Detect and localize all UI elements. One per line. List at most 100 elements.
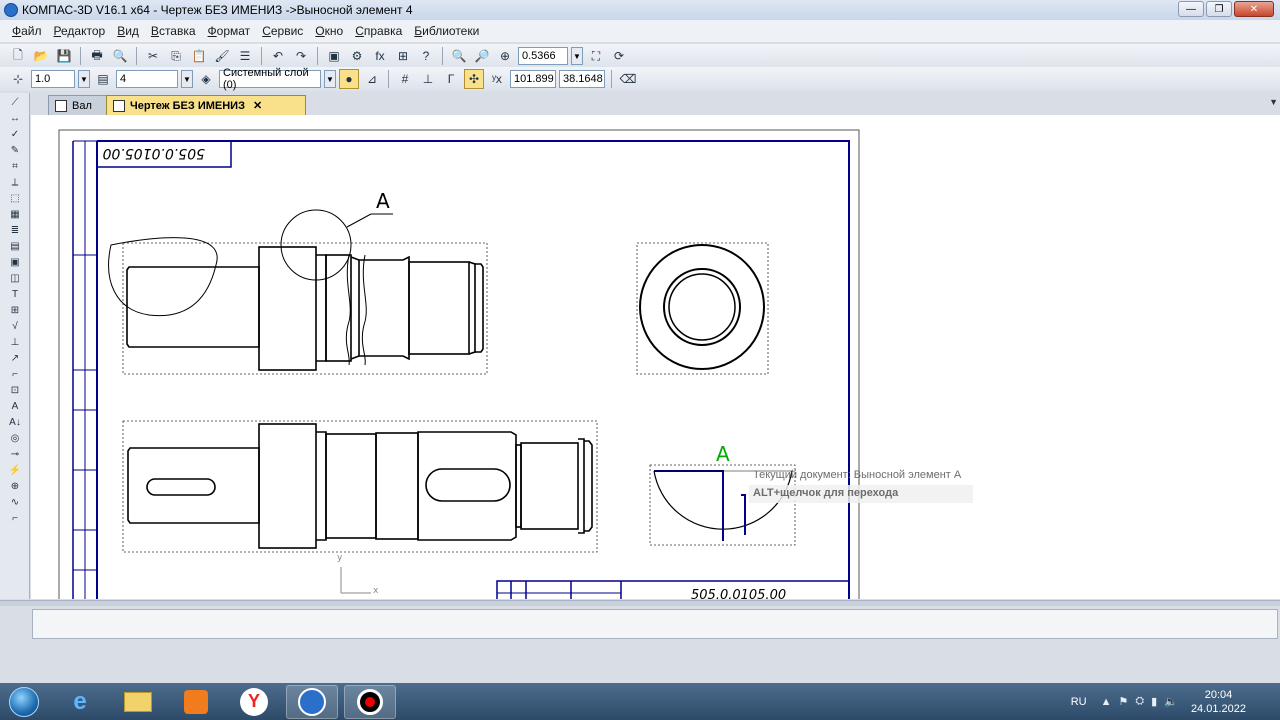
layer-dropdown-icon[interactable]: ▼ — [324, 70, 336, 88]
position-icon[interactable]: ⌐ — [6, 367, 24, 381]
axis-icon[interactable]: ⊸ — [6, 447, 24, 461]
variables-fx-icon[interactable]: fx — [370, 46, 390, 66]
cut-line-icon[interactable]: ⌐ — [6, 511, 24, 525]
electric-icon[interactable]: ⚡ — [6, 463, 24, 477]
taskbar-recorder[interactable] — [344, 684, 396, 719]
eraser-icon[interactable]: ⌫ — [618, 69, 638, 89]
view-dropdown-icon[interactable]: ▼ — [181, 70, 193, 88]
menu-format[interactable]: Формат — [202, 24, 257, 38]
calculator-icon[interactable]: ⊞ — [393, 46, 413, 66]
action-center-icon[interactable]: ⚑ — [1118, 695, 1128, 708]
close-button[interactable]: ✕ — [1234, 1, 1274, 17]
taskbar-kompas[interactable] — [286, 684, 338, 719]
volume-icon[interactable]: 🔈 — [1164, 695, 1178, 708]
maximize-button[interactable]: ❐ — [1206, 1, 1232, 17]
manager-icon[interactable]: ▣ — [324, 46, 344, 66]
grid-step-icon[interactable]: ⊹ — [8, 69, 28, 89]
taskbar-internet-explorer[interactable]: e — [54, 685, 106, 719]
zoom-dynamic-icon[interactable]: 🔎 — [472, 46, 492, 66]
leader-icon[interactable]: ↗ — [6, 351, 24, 365]
text-icon[interactable]: T — [6, 287, 24, 301]
color-picker-icon[interactable]: ● — [339, 69, 359, 89]
menu-service[interactable]: Сервис — [256, 24, 309, 38]
measure-icon[interactable]: ⟂ — [6, 175, 24, 189]
menu-file[interactable]: Файл — [6, 24, 48, 38]
reports-icon[interactable]: ▤ — [6, 239, 24, 253]
minimize-button[interactable]: — — [1178, 1, 1204, 17]
tab-close-icon[interactable]: ✕ — [253, 99, 262, 112]
taskbar-media-player[interactable] — [170, 685, 222, 719]
local-cs-icon[interactable]: ⊥ — [418, 69, 438, 89]
device-icon[interactable]: ⛭ — [1135, 695, 1144, 708]
zoom-in-icon[interactable]: ⊕ — [495, 46, 515, 66]
menu-insert[interactable]: Вставка — [145, 24, 202, 38]
dimensions-icon[interactable]: ↔ — [6, 111, 24, 125]
section-icon[interactable]: A — [6, 399, 24, 413]
spec-icon[interactable]: ≣ — [6, 223, 24, 237]
save-icon[interactable]: 💾 — [54, 46, 74, 66]
layer-field[interactable]: Системный слой (0) — [219, 67, 321, 91]
menu-view[interactable]: Вид — [111, 24, 145, 38]
menu-editor[interactable]: Редактор — [48, 24, 112, 38]
notation-icon[interactable]: ✓ — [6, 127, 24, 141]
undo-icon[interactable]: ↶ — [268, 46, 288, 66]
print-icon[interactable]: 🖶 — [87, 46, 107, 66]
ortho-mode-icon[interactable]: Γ — [441, 69, 461, 89]
associative-views-icon[interactable]: ▦ — [6, 207, 24, 221]
roughness-icon[interactable]: √ — [6, 319, 24, 333]
taskbar-explorer[interactable] — [112, 685, 164, 719]
geometry-icon[interactable]: ⟋ — [6, 95, 24, 109]
layers-icon[interactable]: ◈ — [196, 69, 216, 89]
taskbar-yandex-browser[interactable]: Y — [228, 685, 280, 719]
tolerance-icon[interactable]: ⊡ — [6, 383, 24, 397]
help-pointer-icon[interactable]: ? — [416, 46, 436, 66]
zoom-window-icon[interactable]: 🔍 — [449, 46, 469, 66]
tab-menu-arrow-icon[interactable]: ▼ — [1269, 97, 1278, 107]
zoom-scale-field[interactable]: 0.5366 — [518, 47, 568, 65]
step-field[interactable]: 1.0 — [31, 70, 75, 88]
drawing-canvas[interactable]: 505.0.0105.00 А А y x 505.0.0105.00 Теку… — [31, 115, 1280, 599]
menu-help[interactable]: Справка — [349, 24, 408, 38]
wave-line-icon[interactable]: ∿ — [6, 495, 24, 509]
edit-icon[interactable]: ✎ — [6, 143, 24, 157]
base-icon[interactable]: ⊥ — [6, 335, 24, 349]
properties-brush-icon[interactable]: 🖌 — [212, 46, 232, 66]
copy-icon[interactable]: ⎘ — [166, 46, 186, 66]
coordinate-x-field[interactable]: 101.899 — [510, 70, 556, 88]
select-icon[interactable]: ⬚ — [6, 191, 24, 205]
snap-icon[interactable]: ✣ — [464, 69, 484, 89]
list-icon[interactable]: ☰ — [235, 46, 255, 66]
show-hidden-icons-icon[interactable]: ▲ — [1101, 696, 1112, 708]
coordinate-y-field[interactable]: 38.1648 — [559, 70, 605, 88]
view-field[interactable]: 4 — [116, 70, 178, 88]
table-icon[interactable]: ⊞ — [6, 303, 24, 317]
start-button[interactable] — [0, 684, 48, 720]
language-indicator[interactable]: RU — [1071, 696, 1087, 708]
fragment-library-icon[interactable]: ◫ — [6, 271, 24, 285]
detail-view-icon[interactable]: ◎ — [6, 431, 24, 445]
grid-icon[interactable]: # — [395, 69, 415, 89]
print-preview-icon[interactable]: 🔍 — [110, 46, 130, 66]
orthogonal-icon[interactable]: ⊿ — [362, 69, 382, 89]
zoom-dropdown-icon[interactable]: ▼ — [571, 47, 583, 65]
splitter-bar[interactable] — [0, 600, 1280, 606]
insert-icon[interactable]: ▣ — [6, 255, 24, 269]
menu-libraries[interactable]: Библиотеки — [408, 24, 485, 38]
cut-icon[interactable]: ✂ — [143, 46, 163, 66]
open-folder-icon[interactable]: 📂 — [31, 46, 51, 66]
clock[interactable]: 20:04 24.01.2022 — [1191, 688, 1246, 716]
redo-icon[interactable]: ↷ — [291, 46, 311, 66]
view-number-icon[interactable]: ▤ — [93, 69, 113, 89]
step-dropdown-icon[interactable]: ▼ — [78, 70, 90, 88]
network-icon[interactable]: ▮ — [1151, 695, 1157, 708]
refresh-icon[interactable]: ⟳ — [609, 46, 629, 66]
show-all-icon[interactable]: ⛶ — [586, 46, 606, 66]
center-mark-icon[interactable]: ⊕ — [6, 479, 24, 493]
library-manager-icon[interactable]: ⚙ — [347, 46, 367, 66]
parametrization-icon[interactable]: ⌗ — [6, 159, 24, 173]
tab-drawing[interactable]: Чертеж БЕЗ ИМЕНИЗ ✕ — [106, 95, 306, 115]
new-document-icon[interactable]: 🗋 — [8, 46, 28, 66]
paste-icon[interactable]: 📋 — [189, 46, 209, 66]
menu-window[interactable]: Окно — [309, 24, 349, 38]
view-arrow-icon[interactable]: A↓ — [6, 415, 24, 429]
